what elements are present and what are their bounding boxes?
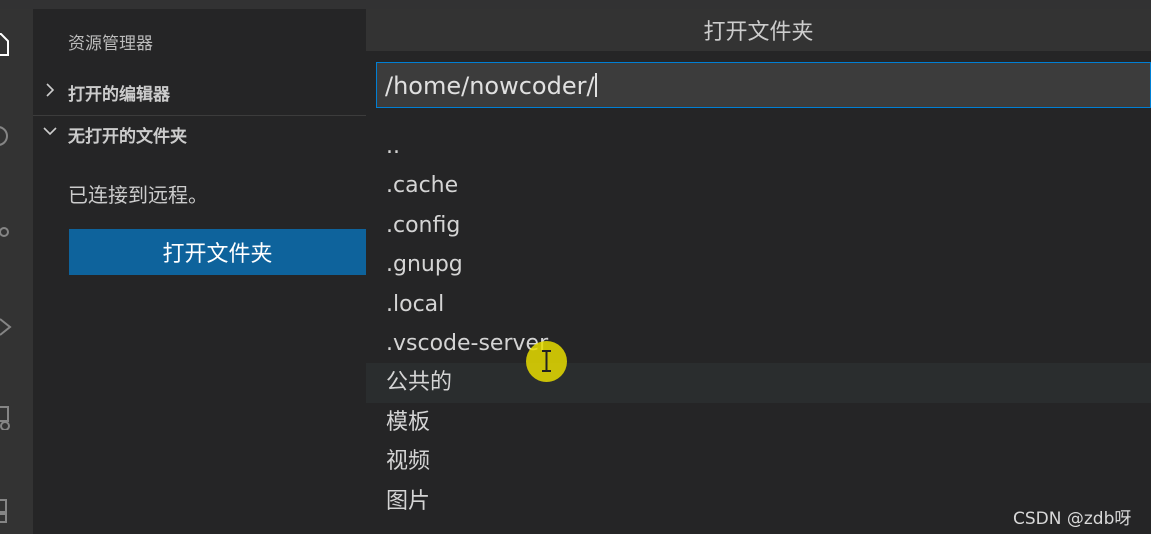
activity-bar	[0, 9, 33, 534]
extensions-icon[interactable]	[0, 497, 12, 523]
folder-list-item[interactable]: .local	[366, 285, 1151, 324]
folder-list-item[interactable]: .gnupg	[366, 245, 1151, 284]
folder-list-item[interactable]: ..	[366, 127, 1151, 166]
text-cursor-icon	[542, 350, 551, 372]
quick-open-panel: 打开文件夹 /home/nowcoder/ .. .cache .config …	[366, 9, 1151, 534]
quick-open-title: 打开文件夹	[366, 9, 1151, 51]
chevron-down-icon	[43, 124, 57, 138]
folder-path-value: /home/nowcoder/	[385, 72, 595, 100]
run-debug-icon[interactable]	[0, 314, 12, 340]
chevron-right-icon	[43, 83, 57, 97]
section-no-folder[interactable]: 无打开的文件夹	[33, 115, 366, 148]
search-icon[interactable]	[0, 124, 12, 150]
source-control-icon[interactable]	[0, 219, 12, 245]
remote-connected-message: 已连接到远程。	[68, 183, 208, 207]
text-caret	[594, 73, 597, 97]
files-icon[interactable]	[0, 31, 12, 57]
section-label: 打开的编辑器	[68, 85, 170, 105]
mouse-cursor-highlight	[526, 341, 567, 382]
explorer-sidebar: 资源管理器 打开的编辑器 无打开的文件夹 已连接到远程。 打开文件夹	[33, 9, 366, 534]
open-folder-button[interactable]: 打开文件夹	[69, 229, 366, 275]
remote-explorer-icon[interactable]	[0, 404, 12, 430]
folder-path-input[interactable]: /home/nowcoder/	[376, 62, 1151, 108]
folder-list-item[interactable]: 模板	[366, 403, 1151, 442]
watermark: CSDN @zdb呀	[1013, 509, 1132, 529]
folder-list-item[interactable]: 视频	[366, 442, 1151, 481]
section-label: 无打开的文件夹	[68, 127, 187, 147]
title-bar-strip	[0, 0, 1151, 9]
folder-list-item[interactable]: .vscode-server	[366, 324, 1151, 363]
folder-list: .. .cache .config .gnupg .local .vscode-…	[366, 127, 1151, 521]
folder-list-item-hovered[interactable]: 公共的	[366, 363, 1151, 403]
sidebar-title: 资源管理器	[68, 34, 153, 54]
section-open-editors[interactable]: 打开的编辑器	[33, 75, 366, 107]
folder-list-item[interactable]: .cache	[366, 166, 1151, 205]
folder-list-item[interactable]: .config	[366, 206, 1151, 245]
